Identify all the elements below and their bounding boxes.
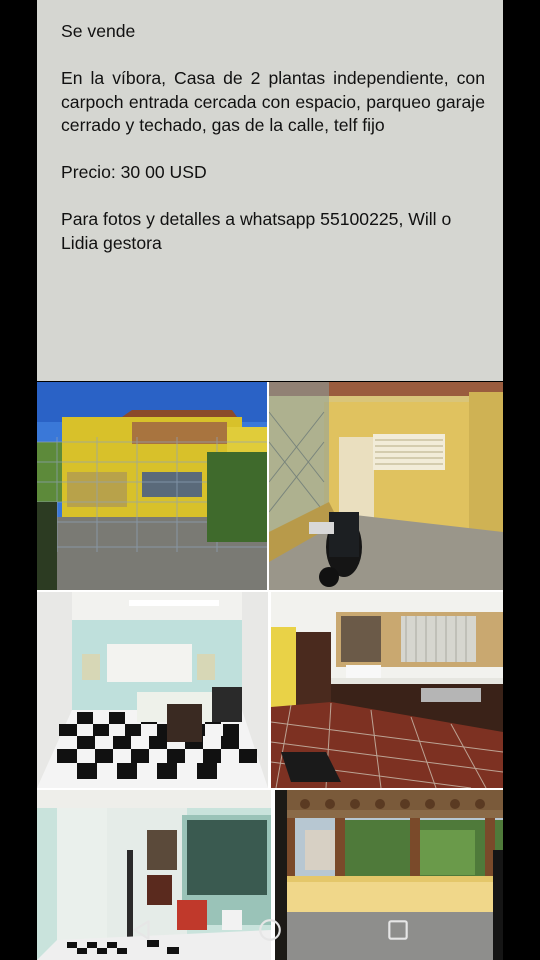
photo-dining-room[interactable] — [37, 592, 268, 788]
listing-title: Se vende — [61, 21, 136, 41]
listing-price: Precio: 30 00 USD — [61, 162, 207, 182]
listing-description: En la víbora, Casa de 2 plantas independ… — [61, 68, 485, 135]
triangle-back-icon — [133, 920, 150, 940]
photo-side-courtyard[interactable] — [269, 382, 503, 590]
square-recents-icon — [388, 920, 408, 940]
home-button[interactable] — [247, 907, 293, 953]
listing-post: Se vende En la víbora, Casa de 2 plantas… — [37, 0, 503, 960]
system-navigation-bar — [0, 900, 540, 960]
listing-text-card: Se vende En la víbora, Casa de 2 plantas… — [37, 0, 503, 381]
listing-contact: Para fotos y detalles a whatsapp 5510022… — [61, 209, 452, 253]
photo-house-facade[interactable] — [37, 382, 267, 590]
recents-button[interactable] — [375, 907, 421, 953]
photo-kitchen[interactable] — [271, 592, 503, 788]
back-button[interactable] — [119, 907, 165, 953]
circle-home-icon — [259, 919, 281, 941]
